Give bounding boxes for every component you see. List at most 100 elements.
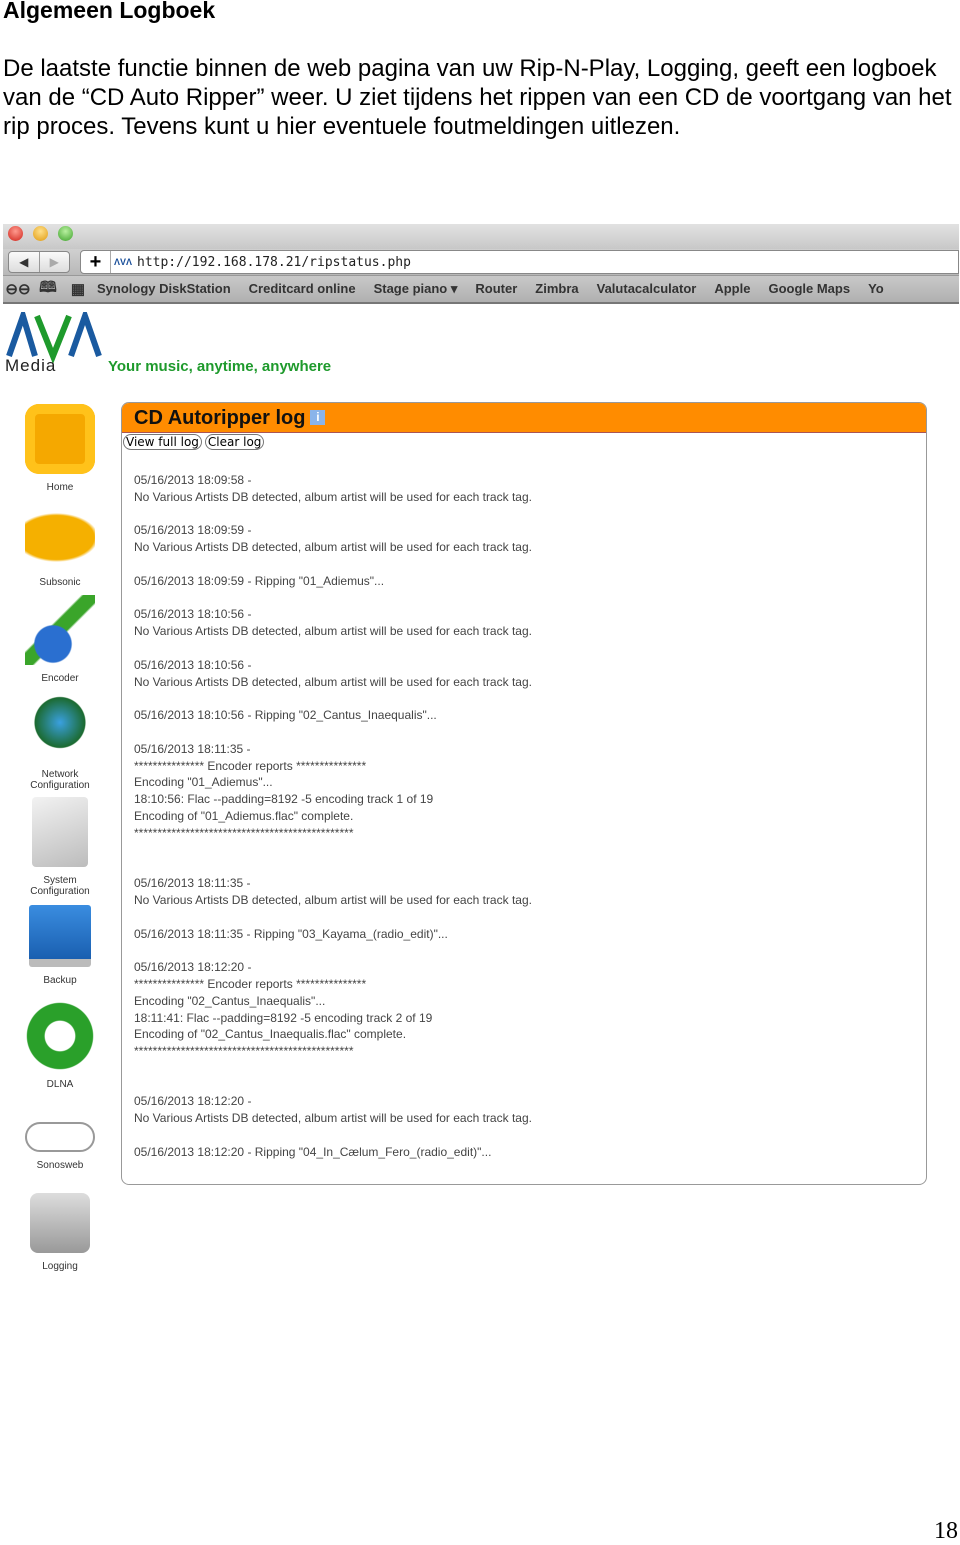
address-bar[interactable]: + ΛVΛ http://192.168.178.21/ripstatus.ph… xyxy=(80,250,959,274)
tagline: Your music, anytime, anywhere xyxy=(108,358,332,375)
log-line: *************** Encoder reports ********… xyxy=(134,758,367,773)
bookmark-link[interactable]: Router xyxy=(475,281,517,296)
url-text[interactable]: http://192.168.178.21/ripstatus.php xyxy=(137,255,411,270)
log-line: 05/16/2013 18:11:35 - Ripping "03_Kayama… xyxy=(134,926,448,941)
bookmark-link[interactable]: Valutacalculator xyxy=(597,281,697,296)
log-line: ****************************************… xyxy=(134,1044,354,1059)
log-line: 05/16/2013 18:12:20 - xyxy=(134,1094,252,1109)
sidebar-item-backup[interactable]: Backup xyxy=(15,905,105,986)
log-line: Encoding "01_Adiemus"... xyxy=(134,775,273,790)
log-list: 05/16/2013 18:09:58 - No Various Artists … xyxy=(122,450,926,1161)
sidebar-item-label: DLNA xyxy=(46,1079,74,1090)
bookmark-link[interactable]: Zimbra xyxy=(535,281,578,296)
encoder-icon xyxy=(25,595,95,665)
log-line: ****************************************… xyxy=(134,825,354,840)
sonos-icon xyxy=(25,1122,95,1152)
sidebar-item-dlna[interactable]: DLNA xyxy=(15,1001,105,1090)
log-line: Encoding "02_Cantus_Inaequalis"... xyxy=(134,993,326,1008)
page-number: 18 xyxy=(934,1518,958,1544)
sidebar-item-label: Home xyxy=(46,482,74,493)
sidebar-item-label: Network Configuration xyxy=(30,769,90,791)
log-entry: 05/16/2013 18:09:59 - Ripping "01_Adiemu… xyxy=(134,573,926,590)
home-icon xyxy=(25,404,95,474)
sidebar-item-system-configuration[interactable]: System Configuration xyxy=(15,797,105,897)
log-entry: 05/16/2013 18:09:59 - No Various Artists … xyxy=(134,522,926,556)
autoripper-log-panel: CD Autoripper log i View full log Clear lo… xyxy=(121,402,927,1185)
disk-cd-icon xyxy=(30,1193,90,1253)
intro-paragraph: De laatste functie binnen de web pagina … xyxy=(3,55,952,140)
add-bookmark-button[interactable]: + xyxy=(81,251,111,273)
sidebar-item-label: Logging xyxy=(42,1261,78,1272)
log-entry: 05/16/2013 18:10:56 - No Various Artists … xyxy=(134,606,926,640)
sidebar-item-sonosweb[interactable]: Sonosweb xyxy=(15,1097,105,1171)
title-bar xyxy=(3,224,959,249)
forward-button[interactable]: ▶ xyxy=(38,252,70,272)
favicon-icon: ΛVΛ xyxy=(114,257,133,267)
bookmarks-book-icon[interactable]: 🕮 xyxy=(33,277,63,302)
log-line: Encoding of "01_Adiemus.flac" complete. xyxy=(134,808,354,823)
log-line: 05/16/2013 18:12:20 - xyxy=(134,960,252,975)
sidebar-item-label: Encoder xyxy=(41,673,79,684)
ava-media-logo: Media xyxy=(5,312,102,372)
log-entry: 05/16/2013 18:11:35 - No Various Artists … xyxy=(134,875,926,909)
log-line: 18:11:41: Flac --padding=8192 -5 encodin… xyxy=(134,1010,433,1025)
bookmark-link[interactable]: Stage piano ▾ xyxy=(374,281,458,296)
sidebar-item-network-configuration[interactable]: Network Configuration xyxy=(15,691,105,791)
sidebar-item-label: System Configuration xyxy=(30,875,90,897)
log-line: 05/16/2013 18:10:56 - Ripping "02_Cantus… xyxy=(134,708,437,723)
log-line: No Various Artists DB detected, album ar… xyxy=(134,624,532,639)
svg-text:Media: Media xyxy=(5,356,56,372)
log-entry: 05/16/2013 18:09:58 - No Various Artists … xyxy=(134,472,926,506)
sidebar-item-label: Sonosweb xyxy=(36,1160,84,1171)
usb-drive-icon xyxy=(29,905,91,967)
sidebar-item-home[interactable]: Home xyxy=(15,404,105,493)
log-line: No Various Artists DB detected, album ar… xyxy=(134,540,532,555)
log-line: 05/16/2013 18:09:59 - xyxy=(134,523,252,538)
log-entry: 05/16/2013 18:10:56 - Ripping "02_Cantus… xyxy=(134,707,926,724)
log-entry: 05/16/2013 18:11:35 - *************** Enc… xyxy=(134,741,926,859)
log-entry: 05/16/2013 18:12:20 - *************** Enc… xyxy=(134,959,926,1077)
log-line: 05/16/2013 18:09:58 - xyxy=(134,473,252,487)
panel-title: CD Autoripper log xyxy=(134,407,306,429)
system-tools-icon xyxy=(32,797,88,867)
bookmark-link[interactable]: Creditcard online xyxy=(249,281,356,296)
log-line: 05/16/2013 18:09:59 - Ripping "01_Adiemu… xyxy=(134,573,385,588)
submarine-icon xyxy=(25,499,95,569)
log-entry: 05/16/2013 18:12:20 - No Various Artists … xyxy=(134,1093,926,1127)
sidebar-item-encoder[interactable]: Encoder xyxy=(15,595,105,684)
log-line: No Various Artists DB detected, album ar… xyxy=(134,1111,532,1126)
sidebar-item-subsonic[interactable]: Subsonic xyxy=(15,499,105,588)
network-globe-icon xyxy=(25,691,95,761)
info-icon[interactable]: i xyxy=(310,410,326,425)
view-full-log-button[interactable]: View full log xyxy=(123,434,202,450)
top-sites-grid-icon[interactable]: ▦ xyxy=(63,280,93,298)
browser-toolbar: ◀ ▶ + ΛVΛ http://192.168.178.21/ripstatus… xyxy=(3,249,959,276)
browser-screenshot: ◀ ▶ + ΛVΛ http://192.168.178.21/ripstatus… xyxy=(3,224,959,1294)
clear-log-button[interactable]: Clear log xyxy=(204,434,265,450)
bookmark-link[interactable]: Yo xyxy=(868,281,884,296)
log-line: No Various Artists DB detected, album ar… xyxy=(134,489,532,504)
sidebar-item-logging[interactable]: Logging xyxy=(15,1193,105,1272)
log-line: 18:10:56: Flac --padding=8192 -5 encodin… xyxy=(134,792,434,807)
log-line: Encoding of "02_Cantus_Inaequalis.flac" … xyxy=(134,1027,407,1042)
panel-header: CD Autoripper log i xyxy=(122,403,926,433)
log-line: 05/16/2013 18:10:56 - xyxy=(134,657,252,672)
log-entry: 05/16/2013 18:12:20 - Ripping "04_In_Cæl… xyxy=(134,1144,926,1161)
log-line: 05/16/2013 18:12:20 - Ripping "04_In_Cæl… xyxy=(134,1144,492,1159)
log-entry: 05/16/2013 18:10:56 - No Various Artists … xyxy=(134,657,926,691)
minimize-window-button[interactable] xyxy=(33,226,48,241)
reading-list-icon[interactable]: ⊖⊖ xyxy=(3,280,33,298)
close-window-button[interactable] xyxy=(8,226,23,241)
bookmark-link[interactable]: Google Maps xyxy=(768,281,850,296)
zoom-window-button[interactable] xyxy=(58,226,73,241)
back-button[interactable]: ◀ xyxy=(9,252,39,272)
sidebar-item-label: Backup xyxy=(43,975,77,986)
log-line: 05/16/2013 18:11:35 - xyxy=(134,741,251,756)
bookmark-link[interactable]: Synology DiskStation xyxy=(97,281,231,296)
sidebar-item-label: Subsonic xyxy=(39,577,81,588)
document-heading: Algemeen Logboek xyxy=(3,0,216,23)
log-line: No Various Artists DB detected, album ar… xyxy=(134,674,532,689)
bookmark-link[interactable]: Apple xyxy=(714,281,750,296)
log-line: No Various Artists DB detected, album ar… xyxy=(134,892,532,907)
